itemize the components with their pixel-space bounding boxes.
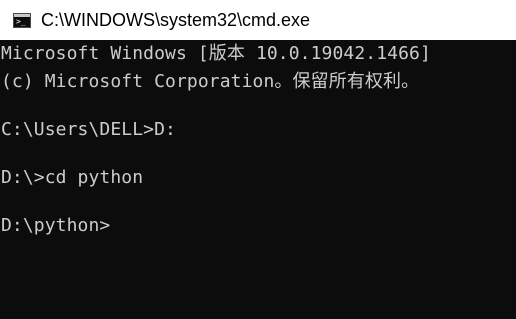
console-line-version: Microsoft Windows [版本 10.0.19042.1466] <box>1 43 431 64</box>
console-line-copyright: (c) Microsoft Corporation。保留所有权利。 <box>1 71 420 92</box>
console-output-area[interactable]: Microsoft Windows [版本 10.0.19042.1466] (… <box>0 40 516 319</box>
cmd-console-icon: >_ <box>13 13 31 28</box>
console-line-command: D:\>cd python <box>1 167 144 188</box>
cmd-window: >_ C:\WINDOWS\system32\cmd.exe Microsoft… <box>0 0 516 319</box>
title-bar[interactable]: >_ C:\WINDOWS\system32\cmd.exe <box>0 0 516 40</box>
console-line-prompt: D:\python> <box>1 215 111 236</box>
window-title: C:\WINDOWS\system32\cmd.exe <box>41 10 311 30</box>
console-line-command: C:\Users\DELL>D: <box>1 119 176 140</box>
